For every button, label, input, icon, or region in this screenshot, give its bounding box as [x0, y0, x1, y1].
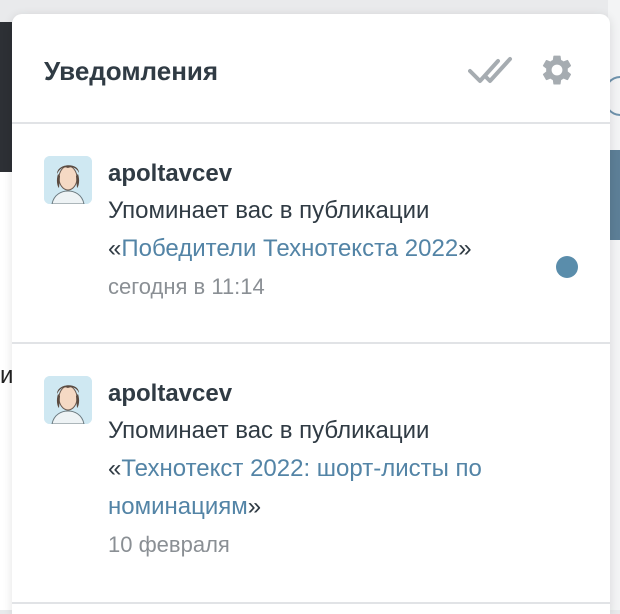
notification-time: сегодня в 11:14: [108, 274, 265, 299]
gear-icon: [542, 55, 572, 85]
user-avatar-icon: [44, 156, 92, 204]
notification-content: apoltavcev Упоминает вас в публикации «Т…: [108, 376, 578, 564]
double-check-icon: [468, 57, 512, 83]
close-quote: »: [458, 235, 472, 262]
mark-all-read-button[interactable]: [468, 50, 514, 90]
notification-username[interactable]: apoltavcev: [108, 156, 578, 192]
notification-message: Упоминает вас в публикации «Победители Т…: [108, 192, 578, 268]
notifications-panel: Уведомления apoltavcev Упоминает вас в п…: [12, 14, 610, 614]
notification-item[interactable]: apoltavcev Упоминает вас в публикации «Т…: [12, 344, 610, 604]
publication-link[interactable]: Технотекст 2022: шорт-листы по номинация…: [108, 455, 482, 520]
background-page-dark-strip: [0, 22, 12, 172]
avatar[interactable]: [44, 376, 92, 424]
notification-username[interactable]: apoltavcev: [108, 376, 578, 412]
panel-title: Уведомления: [44, 56, 219, 86]
unread-indicator[interactable]: [556, 256, 578, 278]
settings-button[interactable]: [534, 50, 580, 90]
notifications-header: Уведомления: [12, 14, 610, 124]
notification-content: apoltavcev Упоминает вас в публикации «П…: [108, 156, 578, 306]
close-quote: »: [247, 493, 262, 520]
notification-message: Упоминает вас в публикации «Технотекст 2…: [108, 412, 578, 526]
notification-text: Упоминает вас в публикации: [108, 417, 430, 444]
background-page-white-strip: [0, 172, 12, 610]
open-quote: «: [108, 235, 122, 262]
notification-time: 10 февраля: [108, 532, 230, 557]
user-avatar-icon: [44, 376, 92, 424]
notification-text: Упоминает вас в публикации: [108, 197, 430, 224]
notification-item[interactable]: apoltavcev Упоминает вас в публикации «П…: [12, 124, 610, 344]
publication-link[interactable]: Победители Технотекста 2022: [121, 235, 458, 262]
avatar[interactable]: [44, 156, 92, 204]
open-quote: «: [108, 455, 122, 482]
